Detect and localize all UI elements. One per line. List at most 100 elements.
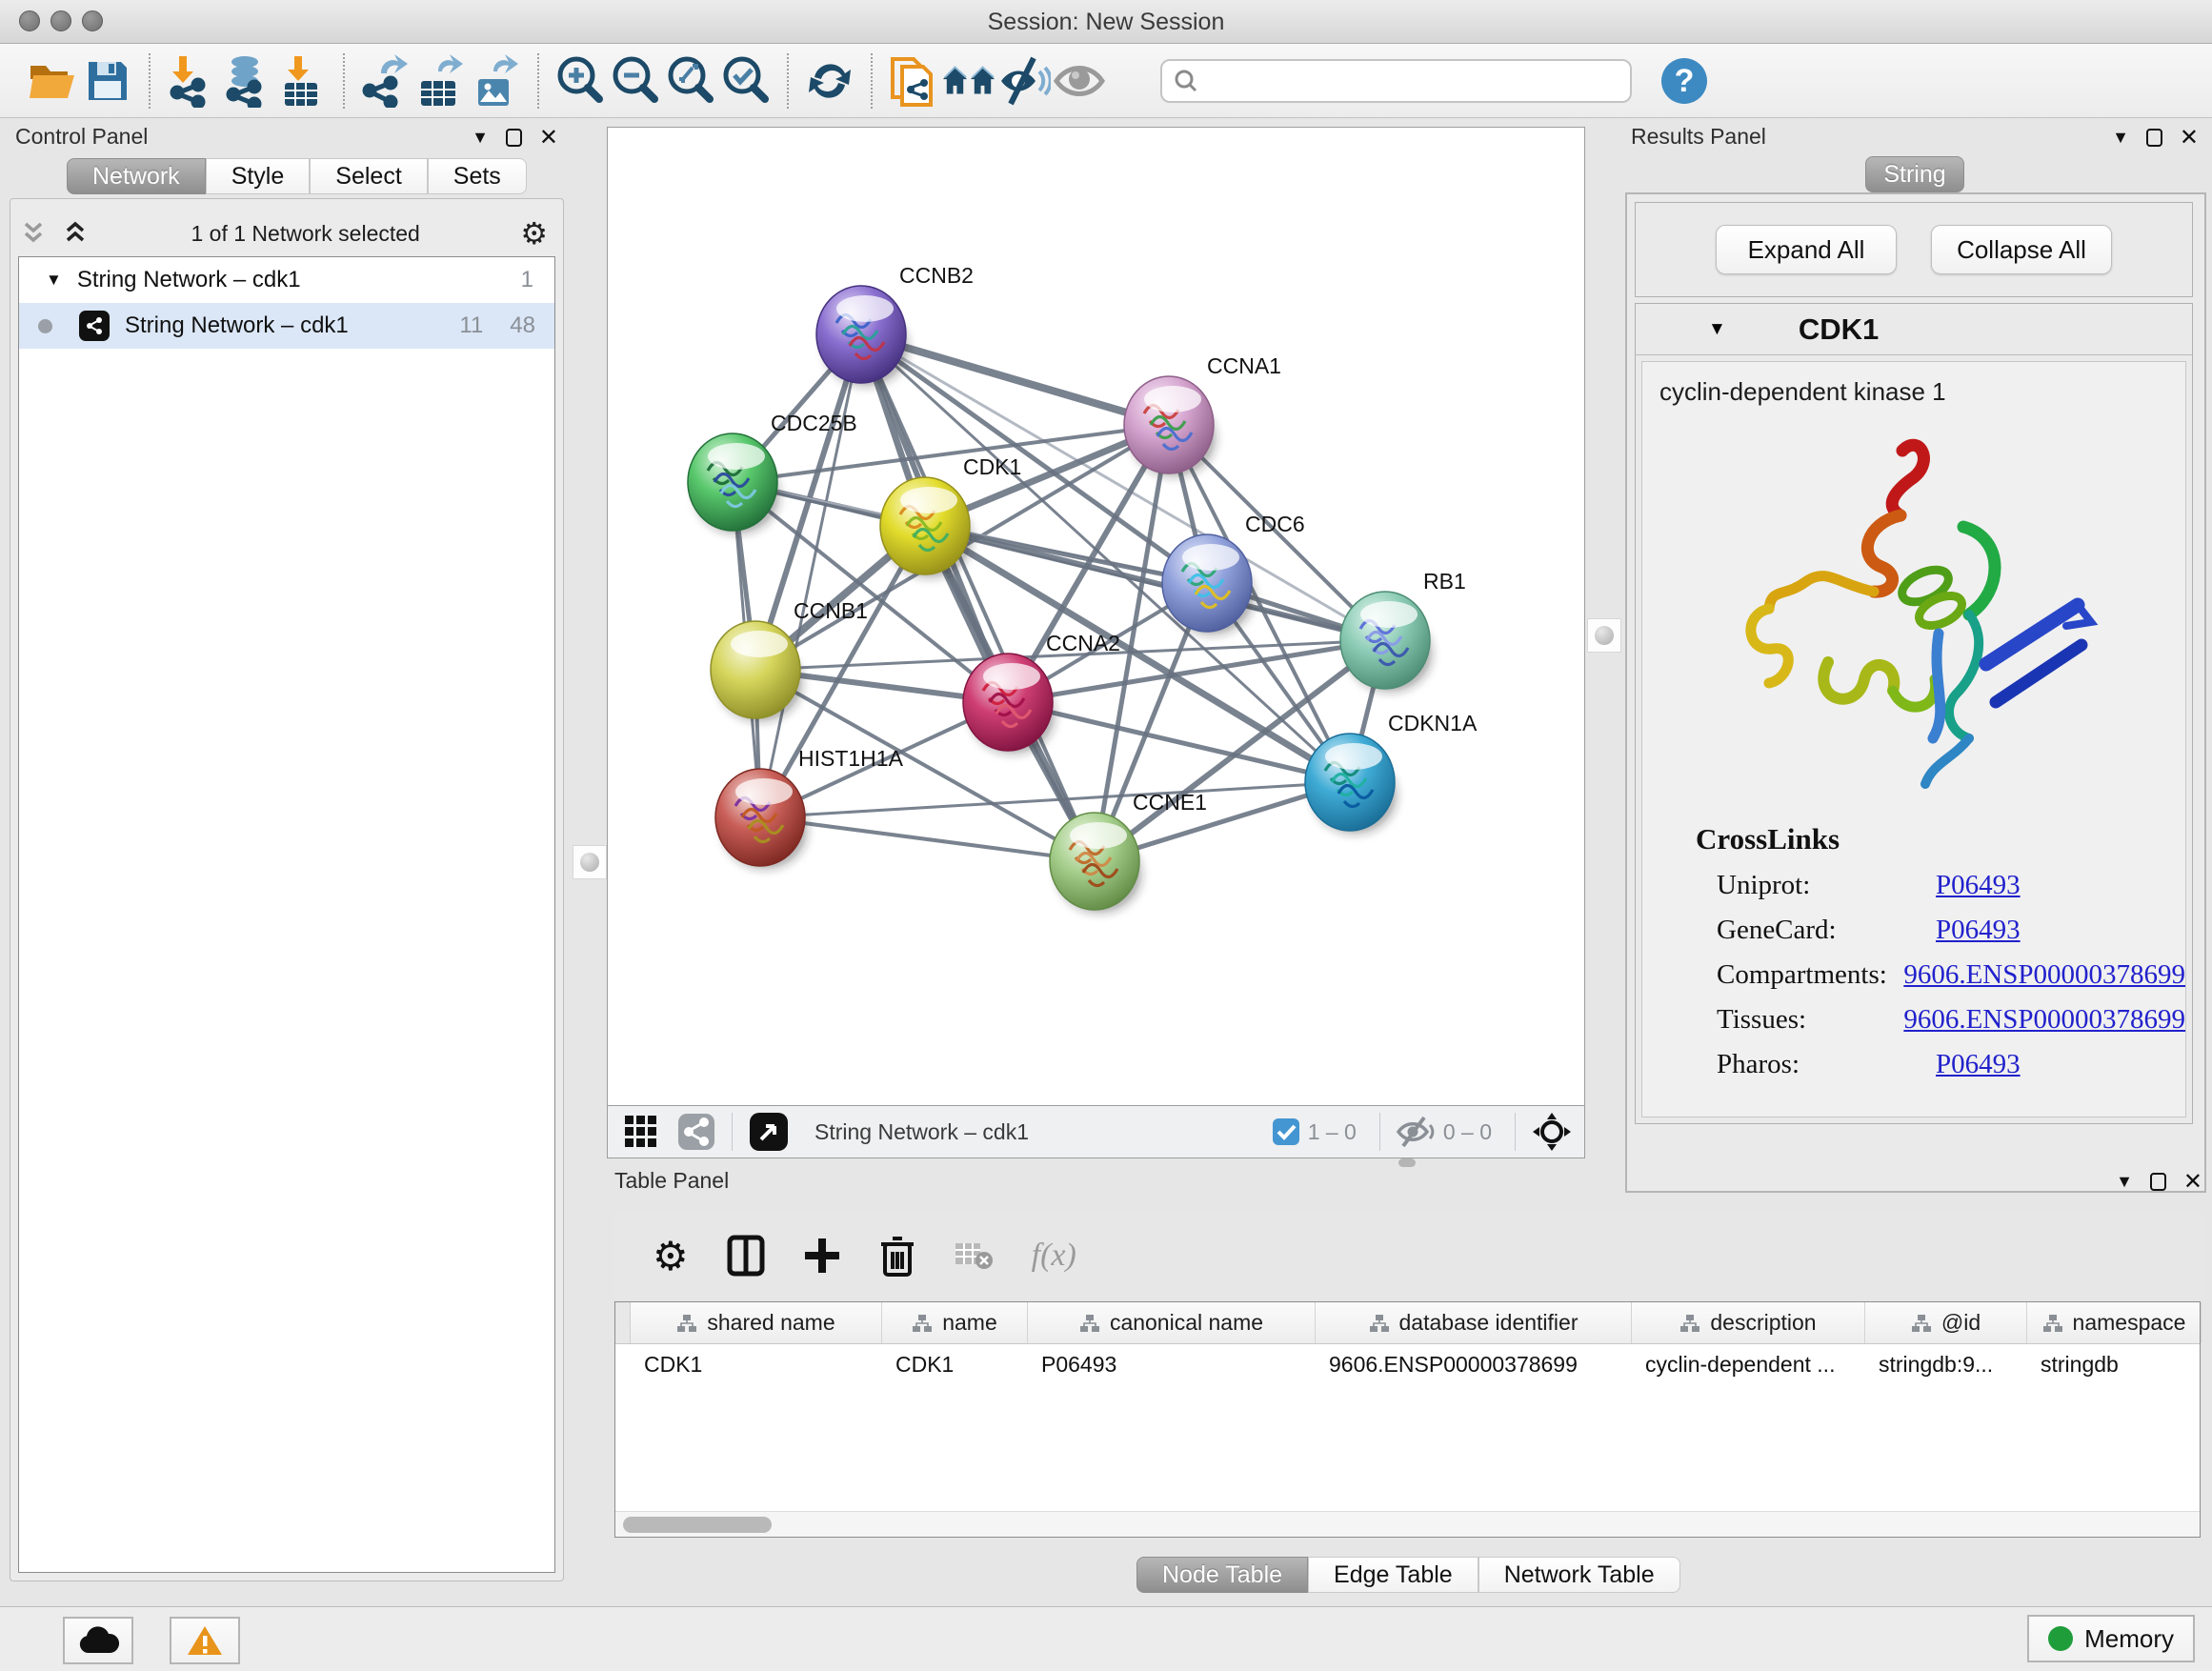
- network-edge[interactable]: [1008, 702, 1350, 782]
- add-column-icon[interactable]: [803, 1237, 841, 1275]
- scrollbar-thumb[interactable]: [623, 1517, 772, 1533]
- control-panel-collapse-icon[interactable]: ▼: [472, 128, 489, 148]
- refresh-icon[interactable]: [802, 53, 857, 109]
- birdseye-navigator-icon[interactable]: [1531, 1111, 1573, 1153]
- column-header-shared-name[interactable]: shared name: [631, 1302, 882, 1343]
- network-node-ccnb2[interactable]: CCNB2: [816, 263, 974, 386]
- network-node-ccne1[interactable]: CCNE1: [1050, 790, 1207, 913]
- network-edge[interactable]: [760, 817, 1095, 861]
- network-badge-icon[interactable]: [676, 1112, 716, 1152]
- function-builder-icon[interactable]: f(x): [1032, 1238, 1076, 1274]
- results-panel-close-icon[interactable]: ✕: [2180, 124, 2199, 151]
- delete-table-icon[interactable]: [954, 1239, 994, 1272]
- zoom-fit-icon[interactable]: [663, 53, 718, 109]
- network-canvas[interactable]: CCNB2CCNA1CDC25BCDK1CDC6RB1CCNB1CCNA2CDK…: [607, 127, 1585, 1106]
- save-session-icon[interactable]: [80, 53, 135, 109]
- expand-all-icon[interactable]: [62, 220, 90, 247]
- crosslink-link[interactable]: 9606.ENSP00000378699: [1903, 1004, 2185, 1036]
- hidden-eye-icon[interactable]: [1396, 1116, 1436, 1148]
- column-header--id[interactable]: @id: [1865, 1302, 2027, 1343]
- table-cell[interactable]: CDK1: [631, 1344, 882, 1384]
- column-header-canonical-name[interactable]: canonical name: [1028, 1302, 1316, 1343]
- grid-view-icon[interactable]: [623, 1112, 663, 1152]
- manage-columns-icon[interactable]: [727, 1235, 765, 1277]
- svg-text:?: ?: [1675, 63, 1695, 99]
- collapse-all-button[interactable]: Collapse All: [1931, 225, 2112, 274]
- import-network-database-icon[interactable]: [219, 53, 274, 109]
- control-panel-float-icon[interactable]: [506, 129, 522, 147]
- table-cell[interactable]: cyclin-dependent ...: [1632, 1344, 1865, 1384]
- zoom-out-icon[interactable]: [608, 53, 663, 109]
- show-all-icon[interactable]: [1052, 53, 1107, 109]
- results-panel-float-icon[interactable]: [2146, 129, 2162, 147]
- warning-button[interactable]: [170, 1617, 240, 1664]
- table-panel-float-icon[interactable]: [2150, 1173, 2166, 1191]
- tab-network-table[interactable]: Network Table: [1478, 1557, 1680, 1593]
- tab-style[interactable]: Style: [206, 158, 311, 194]
- gene-collapse-icon[interactable]: ▼: [1708, 319, 1726, 340]
- column-header-name[interactable]: name: [882, 1302, 1028, 1343]
- network-row[interactable]: String Network – cdk1 11 48: [19, 303, 554, 349]
- left-splitter-handle[interactable]: [573, 845, 607, 879]
- crosslink-link[interactable]: 9606.ENSP00000378699: [1903, 959, 2185, 991]
- cloud-button[interactable]: [63, 1617, 133, 1664]
- search-input[interactable]: [1160, 59, 1632, 103]
- import-network-file-icon[interactable]: [164, 53, 219, 109]
- search-field[interactable]: [1198, 68, 1599, 94]
- table-horizontal-scrollbar[interactable]: [615, 1511, 2200, 1537]
- export-network-icon[interactable]: [358, 53, 413, 109]
- table-settings-gear-icon[interactable]: ⚙: [653, 1233, 689, 1279]
- network-collection-row[interactable]: ▼ String Network – cdk1 1: [19, 257, 554, 303]
- tab-network[interactable]: Network: [67, 158, 206, 194]
- network-node-rb1[interactable]: RB1: [1340, 569, 1466, 692]
- node-table[interactable]: shared namenamecanonical namedatabase id…: [614, 1301, 2201, 1538]
- zoom-selected-icon[interactable]: [718, 53, 774, 109]
- collapse-all-icon[interactable]: [20, 220, 49, 247]
- memory-button[interactable]: Memory: [2027, 1615, 2195, 1662]
- right-splitter-handle[interactable]: [1587, 618, 1621, 653]
- crosslink-link[interactable]: P06493: [1936, 1049, 2021, 1080]
- import-table-file-icon[interactable]: [274, 53, 330, 109]
- tab-string[interactable]: String: [1865, 156, 1964, 192]
- table-panel-close-icon[interactable]: ✕: [2183, 1168, 2202, 1196]
- crosslink-link[interactable]: P06493: [1936, 915, 2021, 946]
- network-node-cdkn1a[interactable]: CDKN1A: [1305, 711, 1478, 834]
- column-header-database-identifier[interactable]: database identifier: [1316, 1302, 1632, 1343]
- selected-nodes-checkbox-icon[interactable]: [1272, 1117, 1300, 1146]
- column-header-description[interactable]: description: [1632, 1302, 1865, 1343]
- table-cell[interactable]: stringdb:9...: [1865, 1344, 2027, 1384]
- open-in-window-icon[interactable]: [748, 1111, 790, 1153]
- table-panel-collapse-icon[interactable]: ▼: [2116, 1172, 2133, 1192]
- network-edge[interactable]: [760, 334, 861, 817]
- table-cell[interactable]: CDK1: [882, 1344, 1028, 1384]
- results-panel-collapse-icon[interactable]: ▼: [2112, 128, 2129, 148]
- network-node-hist1h1a[interactable]: HIST1H1A: [715, 746, 904, 869]
- export-table-icon[interactable]: [413, 53, 469, 109]
- network-edge[interactable]: [861, 334, 1095, 861]
- help-icon[interactable]: ?: [1657, 53, 1712, 109]
- table-cell[interactable]: stringdb: [2027, 1344, 2202, 1384]
- network-node-ccnb1[interactable]: CCNB1: [711, 598, 868, 721]
- expand-all-button[interactable]: Expand All: [1716, 225, 1897, 274]
- table-row[interactable]: CDK1CDK1P064939606.ENSP00000378699cyclin…: [615, 1344, 2200, 1384]
- hide-selected-icon[interactable]: [996, 53, 1052, 109]
- tab-edge-table[interactable]: Edge Table: [1308, 1557, 1478, 1593]
- column-header-namespace[interactable]: namespace: [2027, 1302, 2202, 1343]
- table-cell[interactable]: 9606.ENSP00000378699: [1316, 1344, 1632, 1384]
- clone-network-icon[interactable]: [886, 53, 941, 109]
- tab-select[interactable]: Select: [310, 158, 427, 194]
- network-options-gear-icon[interactable]: ⚙: [520, 215, 548, 252]
- crosslink-link[interactable]: P06493: [1936, 870, 2021, 901]
- control-panel-close-icon[interactable]: ✕: [539, 124, 558, 151]
- network-node-ccna1[interactable]: CCNA1: [1124, 353, 1281, 476]
- first-neighbors-icon[interactable]: [941, 53, 996, 109]
- table-cell[interactable]: P06493: [1028, 1344, 1316, 1384]
- delete-column-icon[interactable]: [879, 1235, 915, 1277]
- collection-expand-icon[interactable]: ▼: [46, 271, 62, 290]
- zoom-in-icon[interactable]: [553, 53, 608, 109]
- network-node-cdk1[interactable]: CDK1: [880, 454, 1021, 577]
- tab-sets[interactable]: Sets: [428, 158, 527, 194]
- open-folder-icon[interactable]: [25, 53, 80, 109]
- tab-node-table[interactable]: Node Table: [1136, 1557, 1308, 1593]
- export-image-icon[interactable]: [469, 53, 524, 109]
